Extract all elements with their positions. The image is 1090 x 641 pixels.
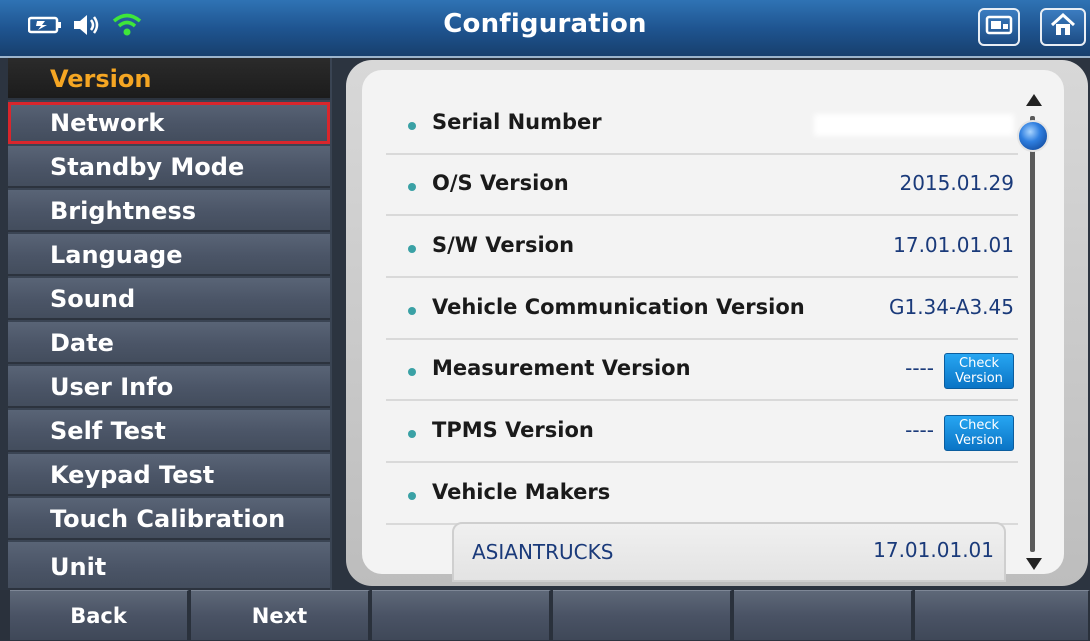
page-title: Configuration — [443, 9, 647, 39]
sidebar-item-label: Version — [50, 65, 152, 93]
footer-button-4[interactable] — [553, 590, 732, 640]
check-version-label-line2: Version — [955, 433, 1003, 448]
sidebar-item-date[interactable]: Date — [8, 322, 330, 364]
bullet-icon — [408, 368, 416, 376]
bullet-icon — [408, 307, 416, 315]
sidebar-item-label: Date — [50, 329, 114, 357]
scrollbar-track[interactable] — [1030, 116, 1035, 552]
bottom-button-bar: Back Next — [0, 590, 1090, 640]
row-label: O/S Version — [432, 171, 569, 195]
footer-button-6[interactable] — [915, 590, 1090, 640]
bullet-icon — [408, 430, 416, 438]
screen-capture-button[interactable] — [978, 8, 1020, 46]
sidebar-item-network[interactable]: Network — [8, 102, 330, 144]
footer-button-3[interactable] — [372, 590, 551, 640]
sidebar-item-version[interactable]: Version — [8, 58, 330, 100]
sidebar-item-brightness[interactable]: Brightness — [8, 190, 330, 232]
back-button[interactable]: Back — [10, 590, 189, 640]
sidebar-item-label: Touch Calibration — [50, 505, 286, 533]
scroll-down-arrow-icon[interactable] — [1026, 558, 1042, 570]
title-bar: Configuration — [0, 0, 1090, 58]
check-version-label-line1: Check — [959, 356, 999, 371]
row-label: Vehicle Makers — [432, 480, 611, 504]
row-label: Measurement Version — [432, 356, 691, 380]
row-value: 17.01.01.01 — [893, 233, 1014, 257]
back-button-label: Back — [70, 604, 127, 628]
sidebar-item-keypad-test[interactable]: Keypad Test — [8, 454, 330, 496]
sidebar-item-label: Network — [50, 109, 165, 137]
next-button-label: Next — [251, 604, 308, 628]
sidebar-item-label: Sound — [50, 285, 136, 313]
sidebar-item-user-info[interactable]: User Info — [8, 366, 330, 408]
sidebar-item-label: User Info — [50, 373, 174, 401]
bullet-icon — [408, 122, 416, 130]
footer-button-5[interactable] — [734, 590, 913, 640]
sidebar-item-label: Brightness — [50, 197, 197, 225]
version-row-tpms: TPMS Version ---- Check Version — [386, 402, 1018, 463]
home-icon — [1050, 12, 1076, 41]
home-button[interactable] — [1040, 8, 1086, 46]
version-row-vehicle-makers: Vehicle Makers — [386, 464, 1018, 525]
maker-name: ASIANTRUCKS — [472, 540, 614, 564]
row-value: ---- — [905, 356, 934, 380]
row-label: S/W Version — [432, 233, 575, 257]
vehicle-maker-item[interactable]: ASIANTRUCKS 17.01.01.01 — [452, 522, 1006, 582]
check-version-label-line1: Check — [959, 418, 999, 433]
sidebar-menu: Version Network Standby Mode Brightness … — [8, 58, 332, 590]
sidebar-item-standby-mode[interactable]: Standby Mode — [8, 146, 330, 188]
row-value: G1.34-A3.45 — [888, 295, 1014, 319]
check-version-button-measurement[interactable]: Check Version — [944, 353, 1014, 389]
sidebar-item-label: Language — [50, 241, 183, 269]
version-row-vehicle-communication: Vehicle Communication Version G1.34-A3.4… — [386, 279, 1018, 340]
sidebar-item-sound[interactable]: Sound — [8, 278, 330, 320]
screen-capture-icon — [985, 14, 1013, 40]
sidebar-item-label: Unit — [50, 553, 107, 581]
check-version-button-tpms[interactable]: Check Version — [944, 415, 1014, 451]
row-label: TPMS Version — [432, 418, 594, 442]
row-value: 2015.01.29 — [899, 171, 1014, 195]
sidebar-item-label: Self Test — [50, 417, 166, 445]
version-row-sw: S/W Version 17.01.01.01 — [386, 217, 1018, 278]
sidebar-item-touch-calibration[interactable]: Touch Calibration — [8, 498, 330, 540]
sidebar-item-label: Standby Mode — [50, 153, 245, 181]
bullet-icon — [408, 492, 416, 500]
sidebar-item-self-test[interactable]: Self Test — [8, 410, 330, 452]
next-button[interactable]: Next — [191, 590, 370, 640]
bullet-icon — [408, 245, 416, 253]
bullet-icon — [408, 183, 416, 191]
sidebar-item-unit[interactable]: Unit — [8, 542, 330, 590]
row-label: Serial Number — [432, 110, 602, 134]
scrollbar-thumb[interactable] — [1017, 120, 1049, 152]
sidebar-item-label: Keypad Test — [50, 461, 215, 489]
row-value: ---- — [905, 418, 934, 442]
version-row-os: O/S Version 2015.01.29 — [386, 155, 1018, 216]
check-version-label-line2: Version — [955, 371, 1003, 386]
serial-number-value-redacted — [814, 114, 1014, 136]
version-row-serial-number: Serial Number — [386, 94, 1018, 155]
maker-version: 17.01.01.01 — [873, 538, 994, 562]
version-row-measurement: Measurement Version ---- Check Version — [386, 340, 1018, 401]
row-label: Vehicle Communication Version — [432, 295, 805, 319]
scroll-up-arrow-icon[interactable] — [1026, 94, 1042, 106]
sidebar-item-language[interactable]: Language — [8, 234, 330, 276]
